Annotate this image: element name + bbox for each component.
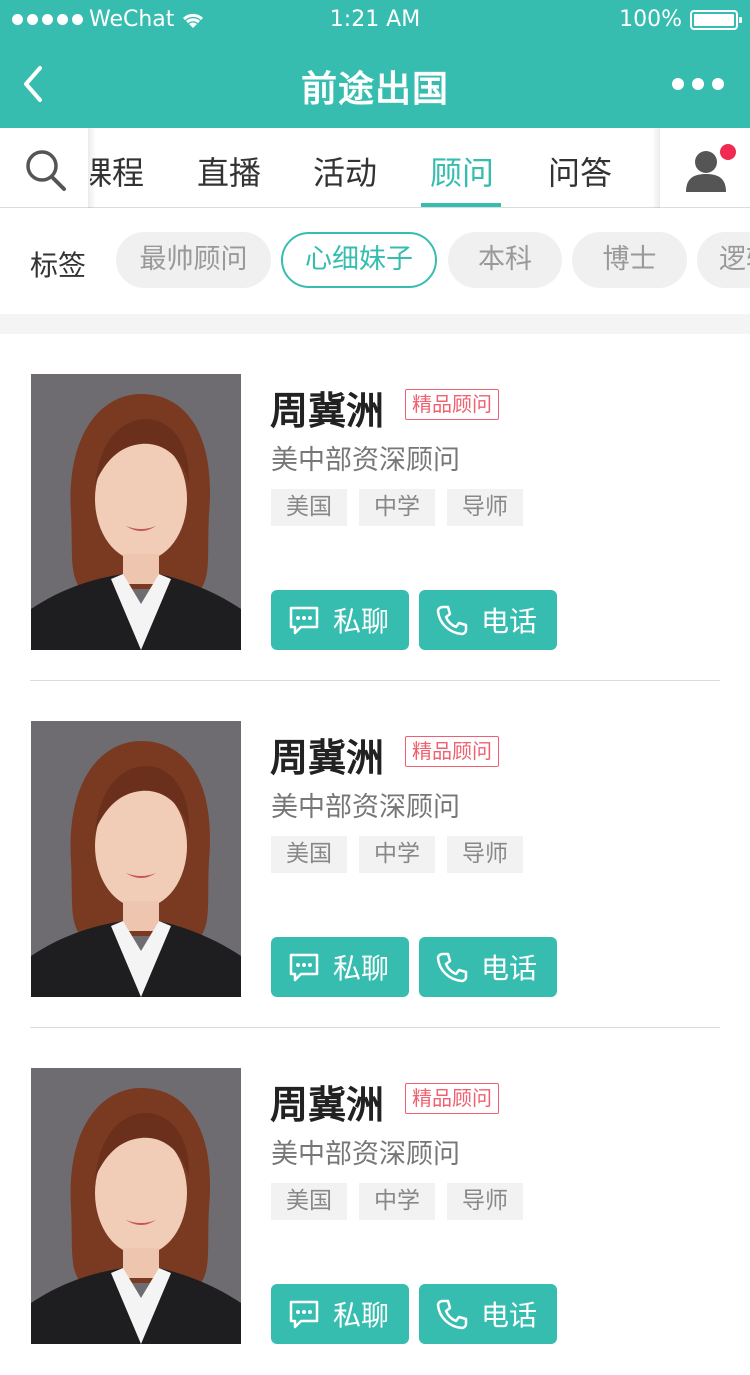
page-title: 前途出国 xyxy=(300,69,449,110)
tag-pill-active[interactable]: 心细妹子 xyxy=(281,232,437,288)
advisor-card[interactable]: 周冀洲 精品顾问 美中部资深顾问 美国 中学 导师 私聊 电话 xyxy=(0,1028,750,1375)
advisor-photo xyxy=(31,1068,241,1344)
tab-courses[interactable]: 课程 xyxy=(90,148,144,194)
active-tab-indicator xyxy=(421,203,501,207)
battery-icon xyxy=(690,9,742,30)
section-gap xyxy=(0,314,750,334)
phone-icon xyxy=(436,952,468,983)
advisor-name: 周冀洲 xyxy=(270,736,385,780)
advisor-tag: 中学 xyxy=(359,1183,435,1220)
private-chat-button[interactable]: 私聊 xyxy=(271,590,409,650)
user-profile-button[interactable] xyxy=(680,144,740,200)
chat-bubble-icon xyxy=(289,606,319,635)
chat-bubble-icon xyxy=(289,1300,319,1329)
advisor-tag: 美国 xyxy=(271,836,347,873)
phone-call-button[interactable]: 电话 xyxy=(419,1284,557,1344)
advisor-card[interactable]: 周冀洲 精品顾问 美中部资深顾问 美国 中学 导师 私聊 电话 xyxy=(0,334,750,681)
tab-advisors[interactable]: 顾问 xyxy=(430,148,494,194)
premium-badge: 精品顾问 xyxy=(405,1083,499,1114)
status-bar: WeChat 1:21 AM 100% xyxy=(0,0,750,40)
advisor-tag: 中学 xyxy=(359,836,435,873)
advisor-tag: 导师 xyxy=(447,836,523,873)
tabs-right-fade xyxy=(652,128,660,208)
advisor-photo xyxy=(31,721,241,997)
private-chat-button[interactable]: 私聊 xyxy=(271,937,409,997)
tab-qa[interactable]: 问答 xyxy=(548,148,612,194)
advisor-card[interactable]: 周冀洲 精品顾问 美中部资深顾问 美国 中学 导师 私聊 电话 xyxy=(0,681,750,1028)
chat-label: 私聊 xyxy=(333,605,390,638)
chat-label: 私聊 xyxy=(333,952,390,985)
tab-live[interactable]: 直播 xyxy=(197,148,261,194)
tag-pill[interactable]: 逻辑 xyxy=(697,232,750,288)
phone-icon xyxy=(436,1299,468,1330)
search-icon[interactable] xyxy=(22,146,70,194)
advisor-tag: 中学 xyxy=(359,489,435,526)
advisor-name: 周冀洲 xyxy=(270,1083,385,1127)
advisor-tag: 美国 xyxy=(271,489,347,526)
chat-label: 私聊 xyxy=(333,1299,390,1332)
tab-events[interactable]: 活动 xyxy=(313,148,377,194)
tags-label: 标签 xyxy=(30,249,87,282)
phone-icon xyxy=(436,605,468,636)
tag-filter-bar: 标签 最帅顾问 心细妹子 本科 博士 逻辑 xyxy=(0,208,750,314)
tabs-track: 课程 直播 活动 顾问 问答 xyxy=(90,128,660,208)
premium-badge: 精品顾问 xyxy=(405,736,499,767)
tag-pill[interactable]: 最帅顾问 xyxy=(116,232,271,288)
advisor-tag: 导师 xyxy=(447,489,523,526)
call-label: 电话 xyxy=(481,605,538,638)
advisor-name: 周冀洲 xyxy=(270,389,385,433)
chat-bubble-icon xyxy=(289,953,319,982)
call-label: 电话 xyxy=(481,952,538,985)
category-tabs: 课程 直播 活动 顾问 问答 xyxy=(0,128,750,208)
battery-percent: 100% xyxy=(619,7,682,32)
advisor-photo xyxy=(31,374,241,650)
nav-bar: 前途出国 xyxy=(0,40,750,128)
private-chat-button[interactable]: 私聊 xyxy=(271,1284,409,1344)
advisor-role: 美中部资深顾问 xyxy=(271,792,460,823)
more-icon[interactable] xyxy=(672,78,724,90)
phone-call-button[interactable]: 电话 xyxy=(419,937,557,997)
call-label: 电话 xyxy=(481,1299,538,1332)
advisor-role: 美中部资深顾问 xyxy=(271,1139,460,1170)
phone-call-button[interactable]: 电话 xyxy=(419,590,557,650)
advisor-tag: 美国 xyxy=(271,1183,347,1220)
advisor-role: 美中部资深顾问 xyxy=(271,445,460,476)
tag-pill[interactable]: 本科 xyxy=(448,232,562,288)
notification-dot xyxy=(720,144,736,160)
premium-badge: 精品顾问 xyxy=(405,389,499,420)
tag-pill[interactable]: 博士 xyxy=(572,232,687,288)
advisor-tag: 导师 xyxy=(447,1183,523,1220)
